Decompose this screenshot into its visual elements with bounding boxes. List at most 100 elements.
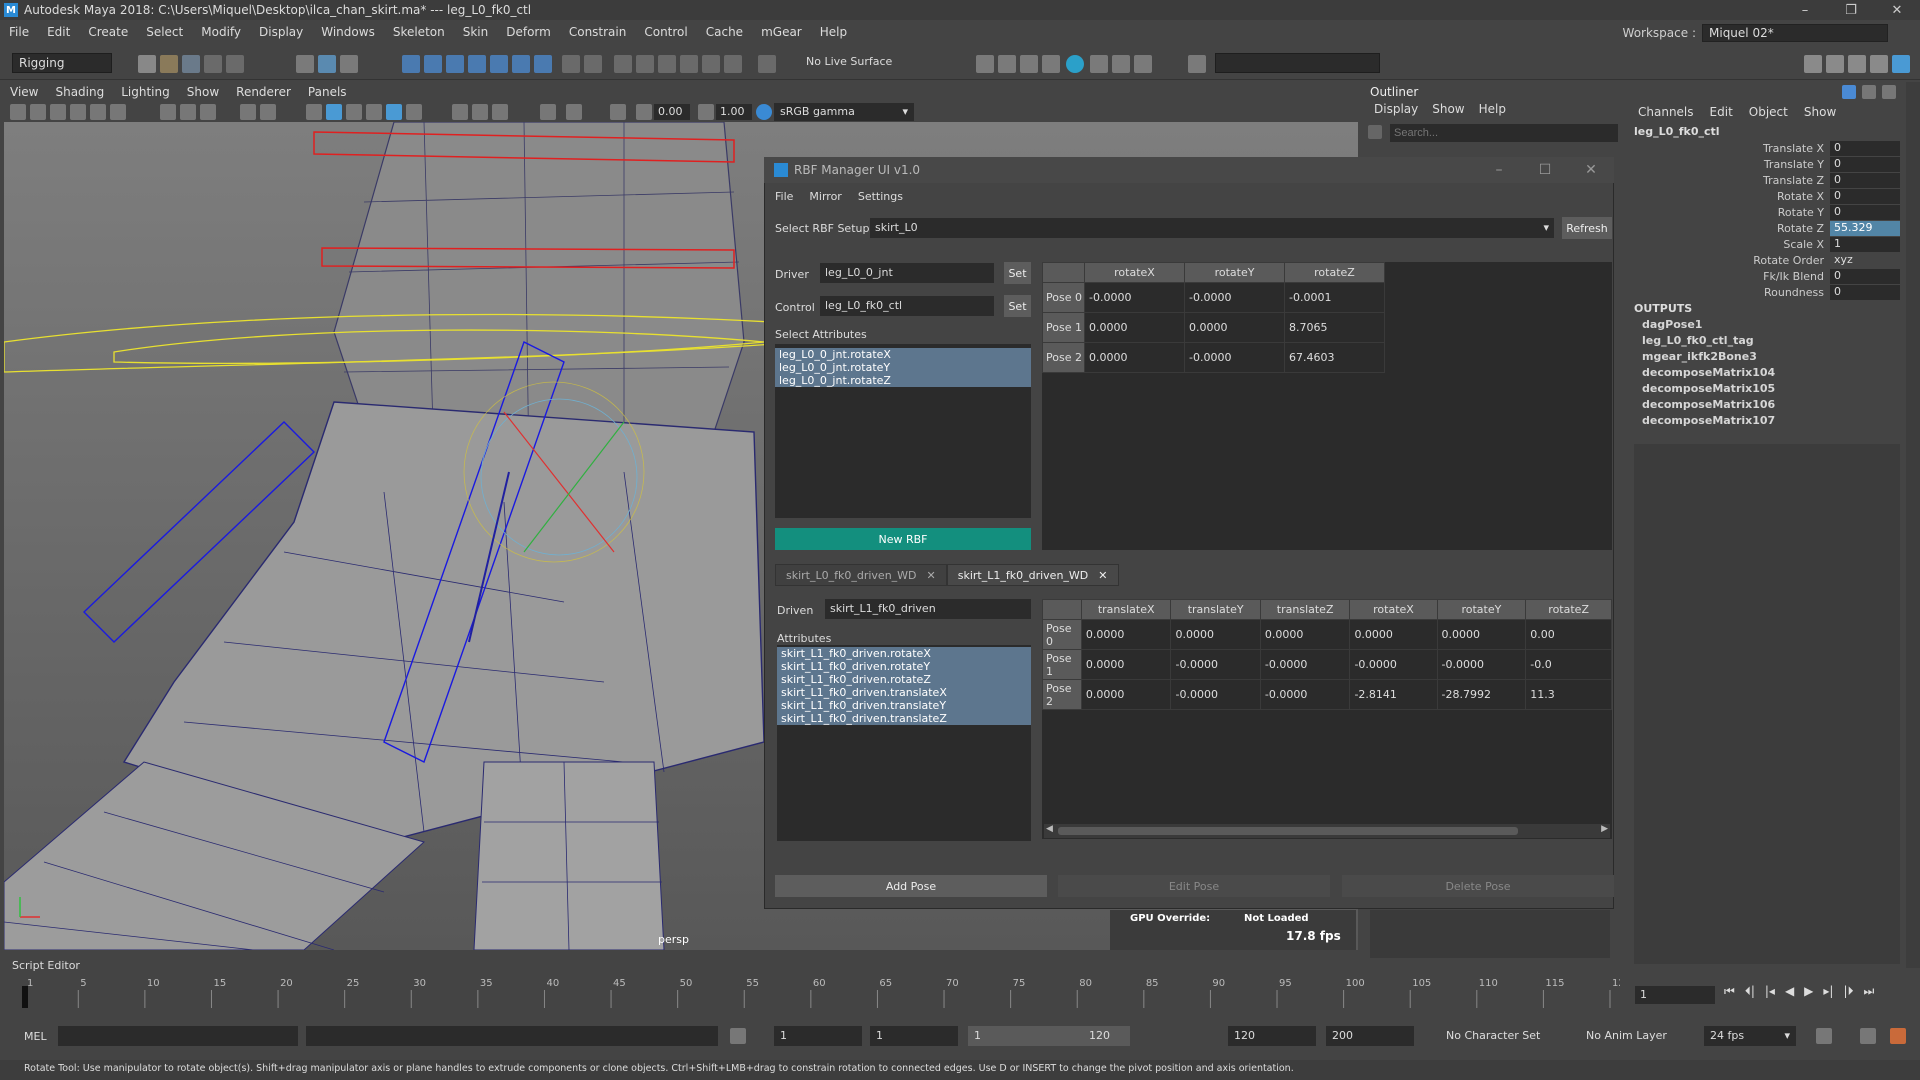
- output-ops-icon[interactable]: [658, 55, 676, 73]
- output-node[interactable]: decomposeMatrix106: [1634, 398, 1775, 414]
- ipr-render-icon[interactable]: [1020, 55, 1038, 73]
- driver-set-button[interactable]: Set: [1004, 262, 1031, 284]
- mel-command-line[interactable]: [58, 1026, 298, 1046]
- channel-row-scale-x[interactable]: Scale X 1: [1634, 236, 1900, 252]
- rbf-menu-file[interactable]: File: [775, 190, 793, 203]
- snap-to-point-icon[interactable]: [446, 55, 464, 73]
- table-row[interactable]: Pose 2 0.0000 -0.0000 -0.0000 -2.8141 -2…: [1042, 679, 1612, 710]
- character-controls-icon[interactable]: [1826, 55, 1844, 73]
- driven-attributes-list[interactable]: skirt_L1_fk0_driven.rotateX skirt_L1_fk0…: [777, 645, 1031, 841]
- soft-select-icon[interactable]: [724, 55, 742, 73]
- filter-icon[interactable]: [1368, 125, 1382, 139]
- character-set-dropdown[interactable]: No Character Set: [1440, 1026, 1550, 1046]
- restore-icon[interactable]: ❐: [1828, 0, 1874, 20]
- list-item[interactable]: skirt_L1_fk0_driven.translateZ: [777, 712, 1031, 725]
- menu-deform[interactable]: Deform: [497, 25, 560, 39]
- list-item[interactable]: skirt_L1_fk0_driven.translateX: [777, 686, 1031, 699]
- menu-skeleton[interactable]: Skeleton: [384, 25, 454, 39]
- menu-set-dropdown[interactable]: Rigging: [12, 53, 112, 73]
- anti-aliasing-icon[interactable]: [492, 104, 508, 120]
- outliner-menu-show[interactable]: Show: [1432, 102, 1464, 116]
- step-forward-frame-icon[interactable]: ▸|: [1823, 984, 1833, 999]
- list-item[interactable]: leg_L0_0_jnt.rotateY: [775, 361, 1031, 374]
- viewport-menu-renderer[interactable]: Renderer: [226, 85, 298, 99]
- menu-modify[interactable]: Modify: [192, 25, 250, 39]
- workspace-dropdown[interactable]: Miquel 02*: [1702, 24, 1888, 42]
- table-cell[interactable]: 0.0000: [1349, 619, 1438, 650]
- table-cell[interactable]: 11.3: [1525, 679, 1612, 710]
- fps-dropdown[interactable]: 24 fps ▾: [1704, 1026, 1796, 1046]
- animation-start-field[interactable]: 1: [774, 1026, 862, 1046]
- menu-constrain[interactable]: Constrain: [560, 25, 636, 39]
- menu-windows[interactable]: Windows: [312, 25, 384, 39]
- row-header[interactable]: Pose 1: [1042, 312, 1085, 343]
- table-cell[interactable]: 0.0000: [1084, 312, 1185, 343]
- column-header[interactable]: translateY: [1170, 599, 1261, 620]
- table-cell[interactable]: 0.0000: [1184, 312, 1285, 343]
- channel-box-object-name[interactable]: leg_L0_fk0_ctl: [1634, 125, 1720, 138]
- play-forwards-icon[interactable]: ▶: [1804, 984, 1813, 999]
- playback-end-field[interactable]: 120: [1228, 1026, 1316, 1046]
- pause-viewport-icon[interactable]: [1134, 55, 1152, 73]
- gamma-icon[interactable]: [698, 104, 714, 120]
- table-cell[interactable]: -0.0000: [1259, 679, 1351, 710]
- add-pose-button[interactable]: Add Pose: [775, 875, 1047, 897]
- camera-attributes-icon[interactable]: [30, 104, 46, 120]
- construction-history-icon[interactable]: [614, 55, 632, 73]
- render-view-icon[interactable]: [976, 55, 994, 73]
- viewport-menu-panels[interactable]: Panels: [298, 85, 354, 99]
- channel-value[interactable]: 0: [1830, 140, 1900, 156]
- rbf-title-bar[interactable]: RBF Manager UI v1.0 – ☐ ✕: [764, 157, 1614, 183]
- channel-value[interactable]: 0: [1830, 188, 1900, 204]
- menu-mgear[interactable]: mGear: [752, 25, 811, 39]
- smooth-shade-icon[interactable]: [326, 104, 342, 120]
- viewport-menu-show[interactable]: Show: [177, 85, 226, 99]
- driver-attributes-list[interactable]: leg_L0_0_jnt.rotateX leg_L0_0_jnt.rotate…: [775, 344, 1031, 518]
- channel-menu-object[interactable]: Object: [1749, 105, 1788, 119]
- ambient-occlusion-icon[interactable]: [472, 104, 488, 120]
- gamma-field[interactable]: 1.00: [716, 104, 752, 120]
- use-all-lights-icon[interactable]: [406, 104, 422, 120]
- minimize-icon[interactable]: –: [1782, 0, 1828, 20]
- step-back-frame-icon[interactable]: |◂: [1765, 984, 1775, 999]
- channel-value[interactable]: 0: [1830, 284, 1900, 300]
- snap-to-view-icon[interactable]: [468, 55, 486, 73]
- color-management-icon[interactable]: [756, 104, 772, 120]
- channel-menu-show[interactable]: Show: [1804, 105, 1836, 119]
- render-settings-icon[interactable]: [1042, 55, 1060, 73]
- close-tab-icon[interactable]: ✕: [927, 569, 936, 582]
- table-cell[interactable]: -0.0000: [1170, 679, 1261, 710]
- scrollbar-thumb[interactable]: [1058, 827, 1518, 835]
- edit-pose-button[interactable]: Edit Pose: [1058, 875, 1330, 897]
- rbf-menu-mirror[interactable]: Mirror: [809, 190, 841, 203]
- row-header[interactable]: Pose 2: [1042, 342, 1085, 373]
- menu-skin[interactable]: Skin: [454, 25, 498, 39]
- mel-label[interactable]: MEL: [24, 1030, 47, 1043]
- lock-icon[interactable]: [562, 55, 580, 73]
- menu-display[interactable]: Display: [250, 25, 312, 39]
- rbf-minimize-icon[interactable]: –: [1476, 157, 1522, 183]
- driver-field[interactable]: leg_L0_0_jnt: [820, 263, 994, 283]
- menu-control[interactable]: Control: [635, 25, 696, 39]
- control-field[interactable]: leg_L0_fk0_ctl: [820, 296, 994, 316]
- output-node[interactable]: decomposeMatrix104: [1634, 366, 1775, 382]
- snap-to-curve-icon[interactable]: [424, 55, 442, 73]
- exposure-field[interactable]: 0.00: [654, 104, 690, 120]
- attribute-editor-toggle-icon[interactable]: [1862, 85, 1876, 99]
- channel-value[interactable]: 0: [1830, 268, 1900, 284]
- channel-row-rotate-y[interactable]: Rotate Y 0: [1634, 204, 1900, 220]
- column-header[interactable]: translateZ: [1259, 599, 1351, 620]
- xray-joints-icon[interactable]: [566, 104, 582, 120]
- close-icon[interactable]: ✕: [1874, 0, 1920, 20]
- table-cell[interactable]: 0.0000: [1170, 619, 1261, 650]
- isolate-select-icon[interactable]: [540, 104, 556, 120]
- playback-start-field[interactable]: 1: [870, 1026, 958, 1046]
- animation-end-field[interactable]: 200: [1326, 1026, 1414, 1046]
- tool-settings-toggle-icon[interactable]: [1882, 85, 1896, 99]
- table-cell[interactable]: 0.0000: [1436, 619, 1527, 650]
- menu-edit[interactable]: Edit: [38, 25, 79, 39]
- step-back-key-icon[interactable]: ⏴|: [1745, 984, 1755, 999]
- snap-to-surface-icon[interactable]: [490, 55, 508, 73]
- two-d-pan-zoom-icon[interactable]: [90, 104, 106, 120]
- render-frame-icon[interactable]: [998, 55, 1016, 73]
